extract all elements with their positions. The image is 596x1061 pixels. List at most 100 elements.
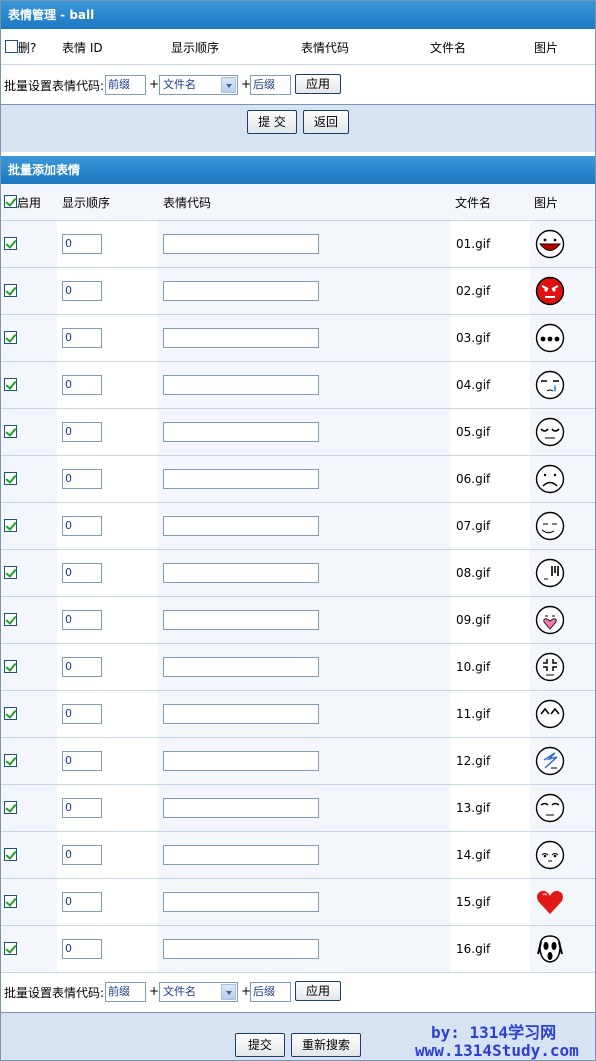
order-cell: 0 [57,832,158,878]
display-order-input[interactable]: 0 [62,751,102,771]
apply-button[interactable]: 应用 [295,74,341,94]
sweat-face-icon [535,558,565,588]
code-cell [158,926,450,972]
back-button[interactable]: 返回 [303,110,349,134]
emoji-code-input[interactable] [163,704,319,724]
enable-checkbox[interactable] [4,895,17,908]
image-cell [530,268,595,314]
emoji-code-input[interactable] [163,751,319,771]
emoji-code-input[interactable] [163,281,319,301]
enable-checkbox[interactable] [4,472,17,485]
submit-button[interactable]: 提交 [235,1033,285,1057]
enable-checkbox[interactable] [4,754,17,767]
happy-eyes-face-icon [535,699,565,729]
batch-suffix-input[interactable]: 后缀 [250,982,291,1002]
emoji-row: 0 02.gif [1,268,595,315]
display-order-input[interactable]: 0 [62,704,102,724]
add-column-header: 启用 显示顺序 表情代码 文件名 图片 [1,184,595,221]
display-order-input[interactable]: 0 [62,281,102,301]
emoji-code-input[interactable] [163,610,319,630]
emoji-row: 0 13.gif [1,785,595,832]
image-cell [530,503,595,549]
enable-checkbox[interactable] [4,519,17,532]
display-order-input[interactable]: 0 [62,892,102,912]
display-order-input[interactable]: 0 [62,845,102,865]
filename-text: 03.gif [456,331,491,345]
emoji-code-input[interactable] [163,469,319,489]
batch-prefix-input[interactable]: 前缀 [105,75,146,95]
research-button[interactable]: 重新搜索 [291,1033,361,1057]
order-cell: 0 [57,503,158,549]
image-cell [530,315,595,361]
emoji-code-input[interactable] [163,798,319,818]
order-cell: 0 [57,738,158,784]
col-filename: 文件名 [455,196,492,210]
enable-cell [1,879,57,925]
batch-prefix-input[interactable]: 前缀 [105,982,146,1002]
emoji-code-input[interactable] [163,657,319,677]
submit-button[interactable]: 提 交 [247,110,297,134]
batch-filename-select[interactable]: 文件名 [159,75,238,95]
select-all-enable-checkbox[interactable] [4,195,17,208]
emoji-code-input[interactable] [163,375,319,395]
display-order-input[interactable]: 0 [62,798,102,818]
col-enable: 启用 [17,196,42,210]
select-all-delete-checkbox[interactable] [5,40,18,53]
filename-cell: 11.gif [450,691,530,737]
emoji-code-input[interactable] [163,939,319,959]
apply-button[interactable]: 应用 [295,981,341,1001]
display-order-input[interactable]: 0 [62,422,102,442]
enable-checkbox[interactable] [4,378,17,391]
heart-face-icon [535,605,565,635]
big-mouth-smiley-icon [535,229,565,259]
filename-cell: 10.gif [450,644,530,690]
enable-checkbox[interactable] [4,660,17,673]
emoji-code-input[interactable] [163,234,319,254]
enable-cell [1,221,57,267]
chevron-down-icon[interactable] [221,984,236,1000]
emoji-row: 0 15.gif [1,879,595,926]
display-order-input[interactable]: 0 [62,563,102,583]
add-footer: 提交 重新搜索 by: 1314学习网 www.1314Study.com [1,1012,595,1060]
enable-checkbox[interactable] [4,942,17,955]
display-order-input[interactable]: 0 [62,657,102,677]
enable-checkbox[interactable] [4,613,17,626]
plus-sign: + [149,984,160,998]
emoji-code-input[interactable] [163,516,319,536]
enable-checkbox[interactable] [4,331,17,344]
image-cell [530,738,595,784]
filename-text: 11.gif [456,707,491,721]
filename-cell: 15.gif [450,879,530,925]
filename-cell: 01.gif [450,221,530,267]
chevron-down-icon[interactable] [221,77,236,93]
enable-checkbox[interactable] [4,566,17,579]
emoji-code-input[interactable] [163,563,319,583]
enable-checkbox[interactable] [4,801,17,814]
emoji-row: 0 11.gif [1,691,595,738]
order-cell: 0 [57,315,158,361]
enable-checkbox[interactable] [4,284,17,297]
enable-cell [1,785,57,831]
enable-checkbox[interactable] [4,425,17,438]
emoji-row: 0 08.gif [1,550,595,597]
display-order-input[interactable]: 0 [62,610,102,630]
display-order-input[interactable]: 0 [62,469,102,489]
emoji-code-input[interactable] [163,422,319,442]
display-order-input[interactable]: 0 [62,516,102,536]
batch-suffix-input[interactable]: 后缀 [250,75,291,95]
enable-checkbox[interactable] [4,237,17,250]
display-order-input[interactable]: 0 [62,939,102,959]
filename-text: 07.gif [456,519,491,533]
order-cell: 0 [57,409,158,455]
col-emoji-id: 表情 ID [62,41,103,55]
filename-cell: 02.gif [450,268,530,314]
emoji-code-input[interactable] [163,892,319,912]
display-order-input[interactable]: 0 [62,328,102,348]
batch-filename-select[interactable]: 文件名 [159,982,238,1002]
emoji-code-input[interactable] [163,845,319,865]
enable-checkbox[interactable] [4,848,17,861]
enable-checkbox[interactable] [4,707,17,720]
emoji-code-input[interactable] [163,328,319,348]
display-order-input[interactable]: 0 [62,375,102,395]
display-order-input[interactable]: 0 [62,234,102,254]
